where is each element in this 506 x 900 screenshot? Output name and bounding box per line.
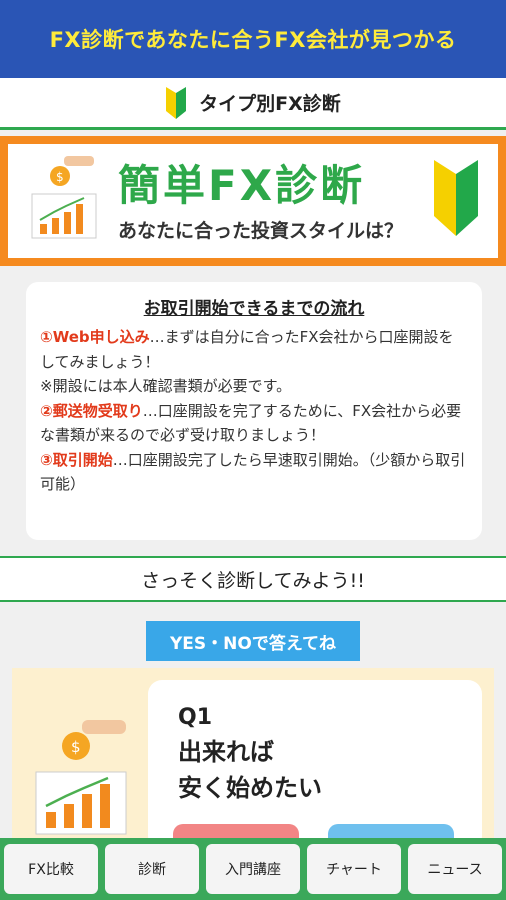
nav-intro-course[interactable]: 入門講座 <box>206 844 300 894</box>
coin-chart-icon: $ <box>35 720 127 835</box>
step3-label: ③取引開始 <box>40 450 113 469</box>
svg-text:$: $ <box>56 170 64 184</box>
bottom-nav: FX比較 診断 入門講座 チャート ニュース <box>0 838 506 900</box>
beginner-mark-icon <box>166 86 187 119</box>
step-note: ※開設には本人確認書類が必要です。 <box>40 377 292 395</box>
svg-text:$: $ <box>71 738 81 756</box>
type-section-header: タイプ別FX診断 <box>0 78 506 130</box>
yesno-label: YES・NOで答えてね <box>146 621 360 661</box>
coin-chart-icon: $ <box>31 156 97 239</box>
banner-text: FX診断であなたに合うFX会社が見つかる <box>49 28 457 52</box>
hero-subtitle: あなたに合った投資スタイルは？ <box>118 220 404 242</box>
beginner-mark-icon <box>434 160 478 236</box>
top-banner: FX診断であなたに合うFX会社が見つかる <box>0 0 506 78</box>
type-section-title: タイプ別FX診断 <box>199 93 341 115</box>
nav-chart[interactable]: チャート <box>307 844 401 894</box>
step2-label: ②郵送物受取り <box>40 401 143 420</box>
cta-heading: さっそく診断してみよう!! <box>0 556 506 602</box>
cta-text: さっそく診断してみよう!! <box>141 569 365 592</box>
flow-body: ①Web申し込み…まずは自分に合ったFX会社から口座開設をしてみましょう！ ※開… <box>40 325 468 497</box>
nav-diagnosis[interactable]: 診断 <box>105 844 199 894</box>
nav-fx-compare[interactable]: FX比較 <box>4 844 98 894</box>
question-line-1: 出来れば <box>178 738 274 766</box>
hero-title: 簡単FX診断 <box>118 161 366 210</box>
question-number: Q1 <box>178 705 213 730</box>
flow-title: お取引開始できるまでの流れ <box>143 299 365 319</box>
question-line-2: 安く始めたい <box>178 774 322 802</box>
yesno-label-text: YES・NOで答えてね <box>170 633 336 654</box>
nav-news[interactable]: ニュース <box>408 844 502 894</box>
trading-flow-box: お取引開始できるまでの流れ ①Web申し込み…まずは自分に合ったFX会社から口座… <box>26 282 482 540</box>
hero-banner[interactable]: $ 簡単FX診断 あなたに合った投資スタイルは？ <box>0 136 506 266</box>
step1-label: ①Web申し込み <box>40 328 150 346</box>
